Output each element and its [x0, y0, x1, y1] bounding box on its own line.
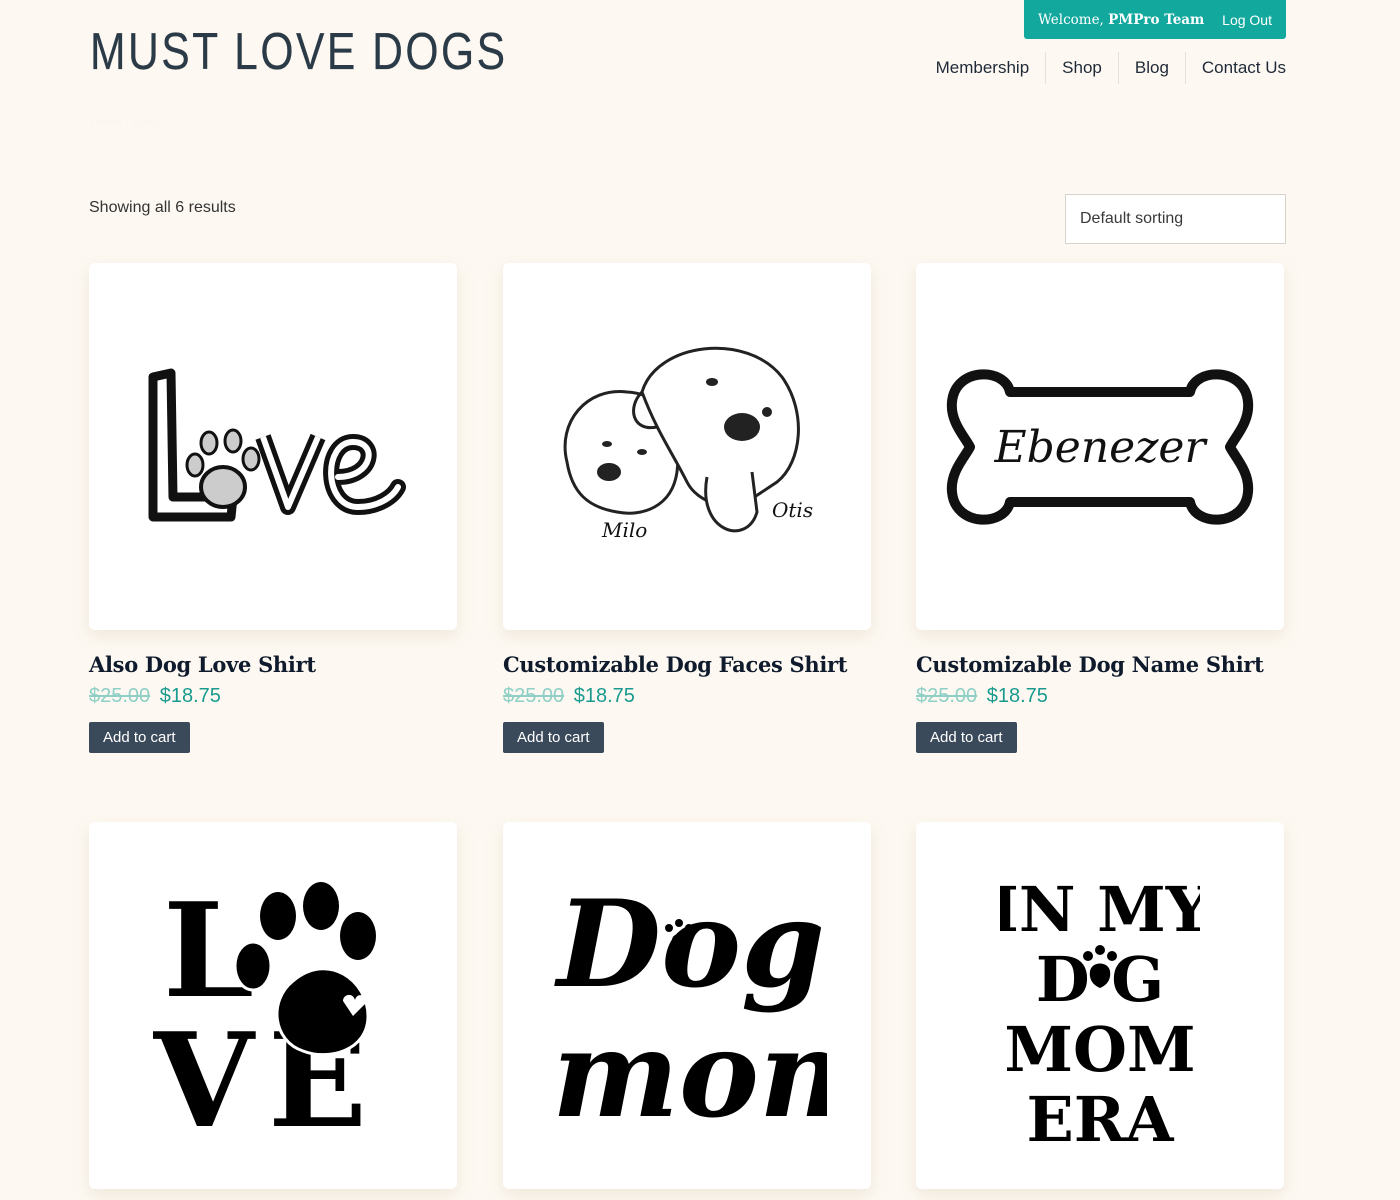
image-text-ebenezer: Ebenezer [994, 422, 1209, 473]
image-text-otis: Otis [772, 498, 813, 522]
product-price: $25.00 $18.75 [916, 685, 1284, 708]
product-image[interactable]: Milo Otis [503, 263, 871, 630]
image-text-dog: Dog [554, 874, 825, 1015]
dog-mom-icon: Dog mom [552, 874, 827, 1145]
product-card: L V E [89, 822, 457, 1189]
product-title[interactable]: Customizable Dog Faces Shirt [503, 652, 871, 677]
image-text-line3: MOM [1004, 1013, 1195, 1086]
main-nav: Membership Shop Blog Contact Us [936, 52, 1286, 84]
image-text-mom: mom [552, 1004, 827, 1145]
image-text-line4: ERA [1027, 1083, 1175, 1146]
welcome-user[interactable]: PMPro Team [1108, 12, 1204, 28]
nav-item-blog[interactable]: Blog [1117, 52, 1185, 84]
product-image[interactable] [89, 263, 457, 630]
product-card: Also Dog Love Shirt $25.00 $18.75 Add to… [89, 263, 457, 753]
add-to-cart-button[interactable]: Add to cart [503, 722, 604, 753]
welcome-text: Welcome, PMPro Team [1038, 11, 1205, 28]
dog-faces-icon: Milo Otis [563, 346, 813, 542]
image-letter-v: V [153, 1004, 256, 1136]
breadcrumb[interactable]: Home / Shop [90, 115, 160, 129]
dog-bone-icon: Ebenezer [946, 368, 1254, 525]
product-title[interactable]: Also Dog Love Shirt [89, 652, 457, 677]
image-text-line1: IN MY [1000, 873, 1200, 946]
logout-link[interactable]: Log Out [1222, 12, 1272, 28]
love-paw-heart-icon: L V E [153, 876, 376, 1136]
product-card: Milo Otis Customizable Dog Faces Shirt $… [503, 263, 871, 753]
dog-mom-era-icon: IN MY D G MOM ERA [1000, 873, 1200, 1146]
sorting-select[interactable]: Default sorting [1065, 194, 1286, 244]
product-image[interactable]: IN MY D G MOM ERA [916, 822, 1284, 1189]
regular-price: $25.00 [503, 685, 565, 707]
image-text-milo: Milo [601, 518, 647, 542]
result-count: Showing all 6 results [89, 199, 236, 216]
product-card: Ebenezer Customizable Dog Name Shirt $25… [916, 263, 1284, 753]
sale-price: $18.75 [159, 685, 221, 707]
account-bar: Welcome, PMPro Team Log Out [1024, 0, 1286, 39]
product-image[interactable]: L V E [89, 822, 457, 1189]
love-paw-outline-icon [148, 368, 406, 521]
regular-price: $25.00 [916, 685, 978, 707]
product-image[interactable]: Dog mom [503, 822, 871, 1189]
sale-price: $18.75 [986, 685, 1048, 707]
product-card: IN MY D G MOM ERA [916, 822, 1284, 1189]
sale-price: $18.75 [573, 685, 635, 707]
product-price: $25.00 $18.75 [503, 685, 871, 708]
nav-item-membership[interactable]: Membership [936, 52, 1046, 84]
nav-item-contact-us[interactable]: Contact Us [1184, 52, 1286, 84]
add-to-cart-button[interactable]: Add to cart [916, 722, 1017, 753]
product-price: $25.00 $18.75 [89, 685, 457, 708]
site-logo[interactable]: MUST LOVE DOGS [90, 26, 507, 78]
product-card: Dog mom [503, 822, 871, 1189]
nav-item-shop[interactable]: Shop [1045, 52, 1118, 84]
product-title[interactable]: Customizable Dog Name Shirt [916, 652, 1284, 677]
product-image[interactable]: Ebenezer [916, 263, 1284, 630]
add-to-cart-button[interactable]: Add to cart [89, 722, 190, 753]
regular-price: $25.00 [89, 685, 151, 707]
